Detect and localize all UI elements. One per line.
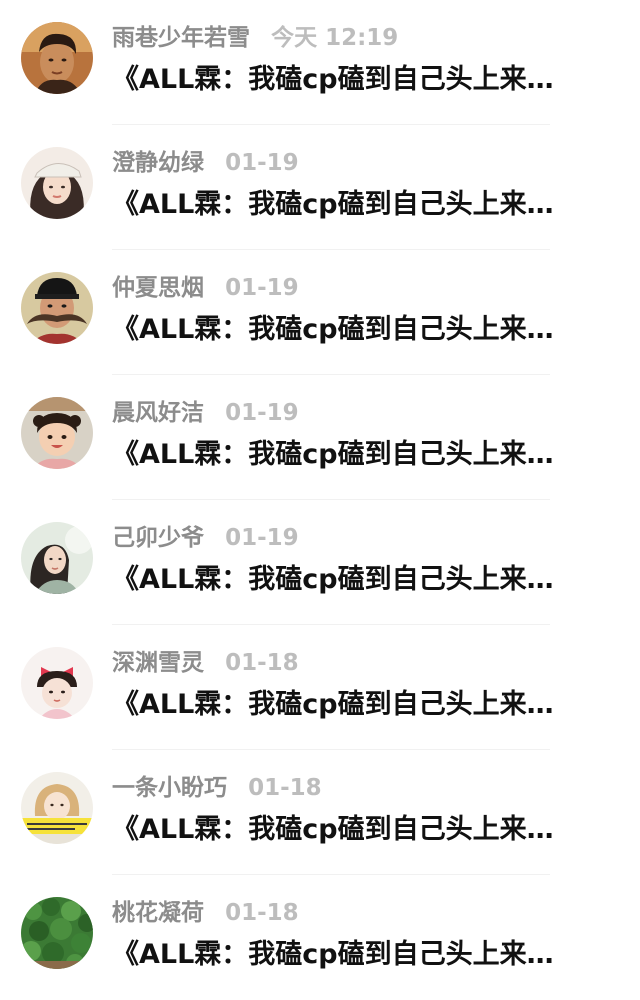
comment-list: 雨巷少年若雪 今天 12:19 《ALL霖：我磕cp磕到自己头上来… 澄静幼绿 … (0, 0, 640, 998)
comment-time: 01-19 (225, 150, 299, 176)
commenter-name[interactable]: 澄静幼绿 (112, 150, 204, 176)
woman-outdoor-avatar-icon (21, 522, 93, 594)
child-avatar-icon (21, 397, 93, 469)
man-portrait-avatar[interactable] (21, 22, 93, 94)
comment-item[interactable]: 晨风好洁 01-19 《ALL霖：我磕cp磕到自己头上来… (0, 375, 640, 500)
comment-time: 01-18 (225, 900, 299, 926)
cartoon-girl-avatar-icon (21, 772, 93, 844)
girl-bow-avatar-icon (21, 647, 93, 719)
commenter-name[interactable]: 深渊雪灵 (112, 650, 204, 676)
comment-time: 01-19 (225, 275, 299, 301)
comment-item[interactable]: 一条小盼巧 01-18 《ALL霖：我磕cp磕到自己头上来… (0, 750, 640, 875)
child-avatar[interactable] (21, 397, 93, 469)
green-ivy-avatar-icon (21, 897, 93, 969)
comment-time: 01-18 (225, 650, 299, 676)
comment-item[interactable]: 深渊雪灵 01-18 《ALL霖：我磕cp磕到自己头上来… (0, 625, 640, 750)
man-portrait-avatar-icon (21, 22, 93, 94)
comment-item[interactable]: 仲夏思烟 01-19 《ALL霖：我磕cp磕到自己头上来… (0, 250, 640, 375)
woman-outdoor-avatar[interactable] (21, 522, 93, 594)
comment-item[interactable]: 雨巷少年若雪 今天 12:19 《ALL霖：我磕cp磕到自己头上来… (0, 0, 640, 125)
comment-message[interactable]: 《ALL霖：我磕cp磕到自己头上来… (112, 60, 617, 100)
girl-bow-avatar[interactable] (21, 647, 93, 719)
commenter-name[interactable]: 晨风好洁 (112, 400, 204, 426)
comment-item[interactable]: 己卯少爷 01-19 《ALL霖：我磕cp磕到自己头上来… (0, 500, 640, 625)
comment-message[interactable]: 《ALL霖：我磕cp磕到自己头上来… (112, 560, 617, 600)
comment-time: 今天 12:19 (271, 25, 399, 51)
commenter-name[interactable]: 己卯少爷 (112, 525, 204, 551)
cartoon-girl-avatar[interactable] (21, 772, 93, 844)
girl-cap-avatar-icon (21, 147, 93, 219)
comment-item[interactable]: 澄静幼绿 01-19 《ALL霖：我磕cp磕到自己头上来… (0, 125, 640, 250)
comment-message[interactable]: 《ALL霖：我磕cp磕到自己头上来… (112, 435, 617, 475)
comment-message[interactable]: 《ALL霖：我磕cp磕到自己头上来… (112, 685, 617, 725)
comment-time: 01-19 (225, 400, 299, 426)
comment-item[interactable]: 桃花凝荷 01-18 《ALL霖：我磕cp磕到自己头上来… (0, 875, 640, 1000)
girl-cap-avatar[interactable] (21, 147, 93, 219)
commenter-name[interactable]: 仲夏思烟 (112, 275, 204, 301)
commenter-name[interactable]: 桃花凝荷 (112, 900, 204, 926)
comment-message[interactable]: 《ALL霖：我磕cp磕到自己头上来… (112, 185, 617, 225)
commenter-name[interactable]: 雨巷少年若雪 (112, 25, 250, 51)
commenter-name[interactable]: 一条小盼巧 (112, 775, 227, 801)
comment-message[interactable]: 《ALL霖：我磕cp磕到自己头上来… (112, 310, 617, 350)
mustache-man-avatar[interactable] (21, 272, 93, 344)
green-ivy-avatar[interactable] (21, 897, 93, 969)
mustache-man-avatar-icon (21, 272, 93, 344)
comment-message[interactable]: 《ALL霖：我磕cp磕到自己头上来… (112, 810, 617, 850)
comment-message[interactable]: 《ALL霖：我磕cp磕到自己头上来… (112, 935, 617, 975)
comment-time: 01-18 (248, 775, 322, 801)
comment-time: 01-19 (225, 525, 299, 551)
